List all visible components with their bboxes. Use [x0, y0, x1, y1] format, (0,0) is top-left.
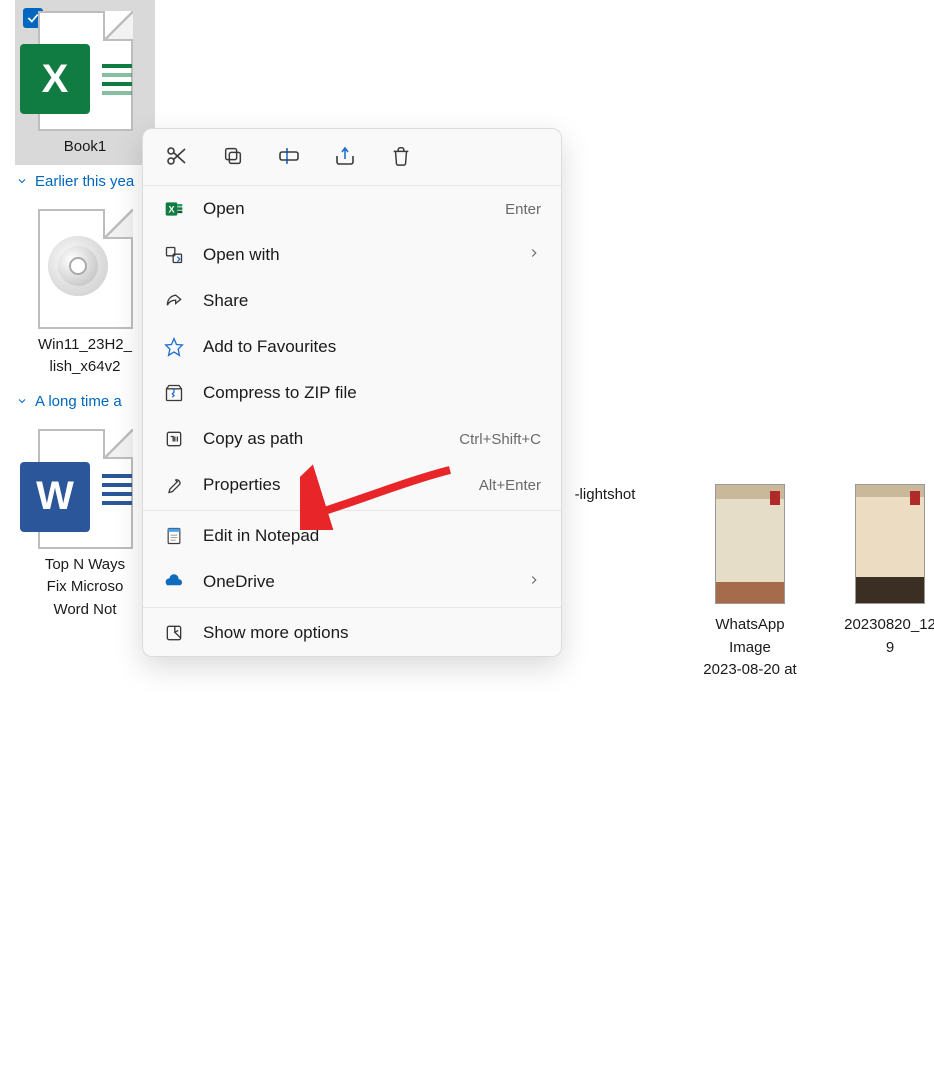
file-whatsapp-image[interactable]: WhatsApp Image 2023-08-20 at	[680, 484, 820, 682]
menu-label: Open	[203, 199, 487, 219]
group-label: A long time a	[35, 393, 122, 410]
file-label: Top N Ways Fix Microso Word Not	[45, 554, 125, 622]
copy-button[interactable]	[219, 143, 247, 171]
chevron-down-icon	[15, 174, 29, 188]
file-word-doc[interactable]: W Top N Ways Fix Microso Word Not	[15, 418, 155, 628]
file-label: -lightshot	[560, 484, 650, 507]
photo-thumbnail-icon	[715, 484, 785, 604]
context-menu-toolbar	[143, 129, 561, 186]
notepad-icon	[163, 525, 185, 547]
zip-icon	[163, 382, 185, 404]
menu-edit-notepad[interactable]: Edit in Notepad	[143, 513, 561, 559]
context-menu: X Open Enter Open with Share Add to Favo…	[142, 128, 562, 657]
menu-label: Copy as path	[203, 429, 441, 449]
excel-app-icon: X	[163, 198, 185, 220]
menu-hint: Ctrl+Shift+C	[459, 431, 541, 448]
menu-copy-path[interactable]: Copy as path Ctrl+Shift+C	[143, 416, 561, 462]
file-label: Win11_23H2_ lish_x64v2	[38, 334, 132, 379]
word-file-icon: W	[30, 424, 140, 554]
menu-add-favourites[interactable]: Add to Favourites	[143, 324, 561, 370]
rename-icon	[277, 144, 301, 171]
share-icon	[333, 144, 357, 171]
copy-icon	[222, 145, 244, 170]
file-win11-iso[interactable]: Win11_23H2_ lish_x64v2	[15, 198, 155, 385]
share-arrow-icon	[163, 290, 185, 312]
file-label: 20230820_12 9	[830, 614, 934, 659]
menu-label: Show more options	[203, 623, 541, 643]
svg-text:X: X	[168, 204, 175, 214]
file-lightshot[interactable]: -lightshot	[560, 480, 650, 507]
disc-file-icon	[30, 204, 140, 334]
star-icon	[163, 336, 185, 358]
menu-hint: Alt+Enter	[479, 477, 541, 494]
group-label: Earlier this yea	[35, 173, 134, 190]
scissors-icon	[165, 144, 189, 171]
menu-show-more[interactable]: Show more options	[143, 610, 561, 656]
excel-file-icon: X	[30, 6, 140, 136]
share-button[interactable]	[331, 143, 359, 171]
menu-onedrive[interactable]: OneDrive	[143, 559, 561, 605]
menu-properties[interactable]: Properties Alt+Enter	[143, 462, 561, 508]
menu-share[interactable]: Share	[143, 278, 561, 324]
menu-label: OneDrive	[203, 572, 509, 592]
onedrive-icon	[163, 571, 185, 593]
menu-open[interactable]: X Open Enter	[143, 186, 561, 232]
cut-button[interactable]	[163, 143, 191, 171]
file-book1[interactable]: X Book1	[15, 0, 155, 165]
trash-icon	[390, 145, 412, 170]
menu-label: Share	[203, 291, 541, 311]
menu-label: Compress to ZIP file	[203, 383, 541, 403]
copy-path-icon	[163, 428, 185, 450]
chevron-right-icon	[527, 572, 541, 592]
menu-separator	[143, 510, 561, 511]
menu-separator	[143, 607, 561, 608]
chevron-down-icon	[15, 394, 29, 408]
file-photo-20230820[interactable]: 20230820_12 9	[830, 484, 934, 659]
chevron-right-icon	[527, 245, 541, 265]
rename-button[interactable]	[275, 143, 303, 171]
menu-label: Add to Favourites	[203, 337, 541, 357]
file-label: WhatsApp Image 2023-08-20 at	[680, 614, 820, 682]
menu-hint: Enter	[505, 201, 541, 218]
menu-label: Edit in Notepad	[203, 526, 541, 546]
menu-label: Open with	[203, 245, 509, 265]
photo-thumbnail-icon	[855, 484, 925, 604]
file-label: Book1	[64, 136, 107, 159]
delete-button[interactable]	[387, 143, 415, 171]
menu-label: Properties	[203, 475, 461, 495]
more-options-icon	[163, 622, 185, 644]
open-with-icon	[163, 244, 185, 266]
menu-open-with[interactable]: Open with	[143, 232, 561, 278]
wrench-icon	[163, 474, 185, 496]
menu-compress-zip[interactable]: Compress to ZIP file	[143, 370, 561, 416]
